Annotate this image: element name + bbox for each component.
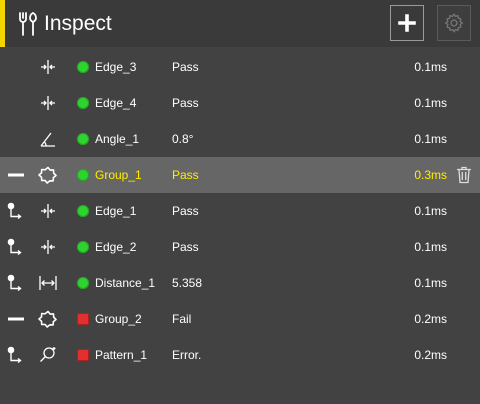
tool-name: Group_1: [95, 168, 142, 182]
tool-result: Fail: [172, 312, 192, 326]
tool-result: Pass: [172, 204, 199, 218]
tool-name: Pattern_1: [95, 348, 148, 362]
group-icon: [38, 166, 57, 184]
tool-time: 0.2ms: [414, 312, 447, 326]
tool-time: 0.1ms: [414, 132, 447, 146]
edge-icon: [41, 240, 55, 254]
status-pass-indicator: [77, 97, 89, 109]
plus-icon: [398, 14, 416, 32]
link-icon: [7, 202, 22, 220]
trash-icon[interactable]: [456, 166, 472, 184]
status-fail-indicator: [77, 313, 89, 325]
page-title: Inspect: [44, 12, 112, 35]
angle-icon: [40, 132, 55, 147]
tool-time: 0.1ms: [414, 204, 447, 218]
settings-button[interactable]: [437, 5, 471, 41]
status-pass-indicator: [77, 277, 89, 289]
gear-icon: [444, 13, 464, 33]
status-fail-indicator: [77, 349, 89, 361]
tools-icon: [19, 12, 37, 36]
tool-time: 0.2ms: [414, 348, 447, 362]
tool-name: Angle_1: [95, 132, 140, 146]
collapse-icon[interactable]: [6, 165, 26, 185]
status-pass-indicator: [77, 205, 89, 217]
tool-time: 0.1ms: [414, 60, 447, 74]
distance-icon: [39, 276, 57, 290]
link-icon: [7, 274, 22, 292]
group-icon: [38, 310, 57, 328]
status-pass-indicator: [77, 133, 89, 145]
status-pass-indicator: [77, 169, 89, 181]
edge-icon: [41, 96, 55, 110]
tool-row-group-1[interactable]: Group_1 Pass 0.3ms: [0, 157, 480, 193]
add-tool-button[interactable]: [390, 5, 424, 41]
tool-result: Pass: [172, 240, 199, 254]
collapse-icon[interactable]: [6, 309, 26, 329]
tool-time: 0.1ms: [414, 96, 447, 110]
tool-name: Edge_4: [95, 96, 137, 110]
tool-row-edge-4[interactable]: Edge_4 Pass 0.1ms: [0, 85, 480, 121]
tool-name: Distance_1: [95, 276, 156, 290]
pattern-icon: [40, 347, 56, 362]
tool-row-edge-1[interactable]: Edge_1 Pass 0.1ms: [0, 193, 480, 229]
tool-time: 0.1ms: [414, 240, 447, 254]
link-icon: [7, 346, 22, 364]
link-icon: [7, 238, 22, 256]
tool-row-group-2[interactable]: Group_2 Fail 0.2ms: [0, 301, 480, 337]
tool-row-pattern-1[interactable]: Pattern_1 Error. 0.2ms: [0, 337, 480, 373]
tool-result: Pass: [172, 96, 199, 110]
tool-row-edge-3[interactable]: Edge_3 Pass 0.1ms: [0, 49, 480, 85]
inspect-header: Inspect: [0, 0, 480, 47]
tool-name: Group_2: [95, 312, 142, 326]
tool-result: Error.: [172, 348, 202, 362]
tool-name: Edge_3: [95, 60, 137, 74]
header-accent-bar: [0, 0, 5, 47]
tool-time: 0.1ms: [414, 276, 447, 290]
tool-result: Pass: [172, 60, 199, 74]
tool-name: Edge_2: [95, 240, 137, 254]
status-pass-indicator: [77, 61, 89, 73]
tool-result: Pass: [172, 168, 199, 182]
tool-result: 5.358: [172, 276, 203, 290]
tool-time: 0.3ms: [414, 168, 447, 182]
tool-result: 0.8°: [172, 132, 194, 146]
tool-row-distance-1[interactable]: Distance_1 5.358 0.1ms: [0, 265, 480, 301]
tool-row-angle-1[interactable]: Angle_1 0.8° 0.1ms: [0, 121, 480, 157]
tool-name: Edge_1: [95, 204, 137, 218]
status-pass-indicator: [77, 241, 89, 253]
tool-row-edge-2[interactable]: Edge_2 Pass 0.1ms: [0, 229, 480, 265]
edge-icon: [41, 60, 55, 74]
edge-icon: [41, 204, 55, 218]
